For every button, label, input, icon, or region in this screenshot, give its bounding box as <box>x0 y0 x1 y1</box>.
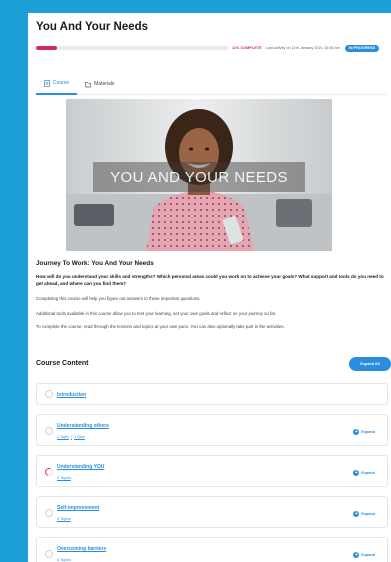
lesson-expand-label: Expand <box>361 553 375 557</box>
lesson-item-introduction[interactable]: Introduction <box>36 383 388 405</box>
course-page: You And Your Needs 11% COMPLETE Last act… <box>28 13 391 562</box>
lesson-topic-count[interactable]: 3 Topics <box>57 476 71 480</box>
lesson-list: Introduction Understanding others 1 Topi… <box>36 383 388 562</box>
tab-course-label: Course <box>53 80 70 86</box>
lesson-topic-count[interactable]: 3 Topics <box>57 517 71 521</box>
plus-icon: + <box>353 470 360 476</box>
tab-course[interactable]: Course <box>36 73 78 95</box>
course-description-paragraph: To complete the course, read through the… <box>36 324 285 329</box>
lesson-progress-circle <box>43 466 55 478</box>
progress-bar-fill <box>36 46 58 50</box>
page-title: You And Your Needs <box>36 21 149 33</box>
lesson-expand-label: Expand <box>361 430 375 434</box>
meta-separator: | <box>70 435 72 439</box>
lesson-expand-button[interactable]: + Expand <box>353 429 375 435</box>
plus-icon: + <box>353 511 360 517</box>
plus-icon: + <box>353 552 360 558</box>
course-description-questions: How will do you understand your skills a… <box>36 274 384 287</box>
lesson-item-overcoming-barriers[interactable]: Overcoming barriers 4 Topics + Expand <box>36 537 388 562</box>
course-tabs: Course Materials <box>36 73 388 95</box>
lesson-title-link[interactable]: Self-improvement <box>57 505 99 511</box>
lesson-topic-count[interactable]: 1 Topic <box>57 435 69 439</box>
course-description-paragraph: Completing this course will help you fig… <box>36 296 201 301</box>
lesson-expand-label: Expand <box>361 512 375 516</box>
plus-icon: + <box>353 429 360 435</box>
hero-overlay-band: YOU AND YOUR NEEDS <box>93 162 305 192</box>
lesson-expand-button[interactable]: + Expand <box>353 552 375 558</box>
lesson-item-understanding-others[interactable]: Understanding others 1 Topic | 1 Quiz + Ex… <box>36 414 388 446</box>
lesson-quiz-count[interactable]: 1 Quiz <box>74 435 85 439</box>
lesson-expand-label: Expand <box>361 471 375 475</box>
hero-image: YOU AND YOUR NEEDS <box>66 99 332 251</box>
progress-bar <box>36 46 228 50</box>
lesson-expand-button[interactable]: + Expand <box>353 470 375 476</box>
lesson-item-understanding-you[interactable]: Understanding YOU 3 Topics + Expand <box>36 455 388 487</box>
lesson-status-circle <box>45 390 53 398</box>
lesson-meta: 1 Topic | 1 Quiz <box>57 435 85 439</box>
course-description-heading: Journey To Work: You And Your Needs <box>36 260 154 267</box>
tab-materials-label: Materials <box>94 81 115 87</box>
lesson-expand-button[interactable]: + Expand <box>353 511 375 517</box>
lesson-status-circle <box>45 427 53 435</box>
expand-all-label: Expand All <box>360 362 380 366</box>
progress-row: 11% COMPLETE Last activity on 11th Janua… <box>36 43 388 53</box>
lesson-title-link[interactable]: Overcoming barriers <box>57 546 106 552</box>
tab-materials[interactable]: Materials <box>77 73 122 95</box>
lesson-title-link[interactable]: Understanding others <box>57 423 109 429</box>
lesson-title-link[interactable]: Understanding YOU <box>57 464 104 470</box>
lesson-status-circle <box>45 509 53 517</box>
progress-percent-label: 11% COMPLETE <box>232 46 262 50</box>
status-badge: IN PROGRESS <box>344 44 380 52</box>
folder-icon <box>85 81 91 87</box>
course-description-paragraph: Additional tools available in this cours… <box>36 311 277 316</box>
expand-all-button[interactable]: Expand All <box>349 357 391 371</box>
lesson-topic-count[interactable]: 4 Topics <box>57 558 71 562</box>
lesson-title-link[interactable]: Introduction <box>57 392 86 398</box>
hero-overlay-text: YOU AND YOUR NEEDS <box>110 168 288 186</box>
last-activity-text: Last activity on 11th January 2021 10:06… <box>265 46 340 50</box>
lesson-status-circle <box>45 550 53 558</box>
course-content-heading: Course Content <box>36 360 89 367</box>
lesson-item-self-improvement[interactable]: Self-improvement 3 Topics + Expand <box>36 496 388 528</box>
document-icon <box>44 79 50 87</box>
